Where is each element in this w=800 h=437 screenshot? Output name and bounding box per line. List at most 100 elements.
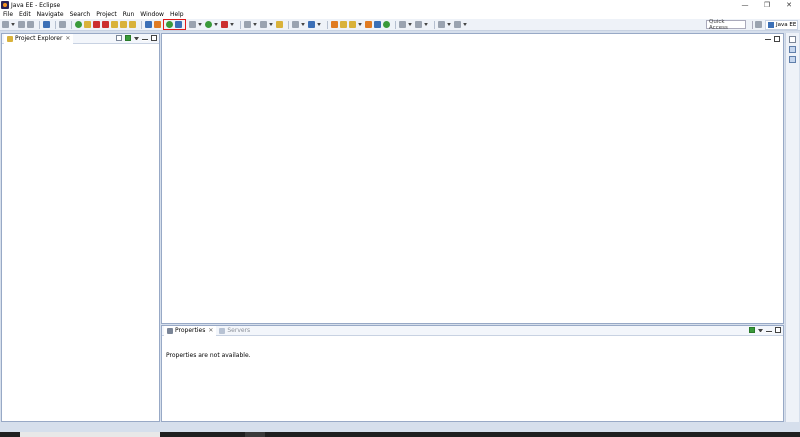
close-window-button[interactable]: ✕ — [778, 0, 800, 10]
new-java-project-icon[interactable] — [244, 21, 251, 28]
menu-edit[interactable]: Edit — [19, 11, 31, 18]
start-server-icon[interactable] — [166, 21, 173, 28]
minimize-view-icon[interactable] — [766, 330, 772, 333]
view-menu-icon[interactable] — [134, 36, 139, 40]
console-icon[interactable] — [43, 21, 50, 28]
folder-icon[interactable] — [340, 21, 347, 28]
debug-icon[interactable] — [189, 21, 196, 28]
terminate-icon[interactable] — [93, 21, 100, 28]
view-menu-icon[interactable] — [758, 328, 763, 332]
pin-icon[interactable] — [383, 21, 390, 28]
close-tab-icon[interactable]: ✕ — [65, 35, 70, 42]
perspective-java-ee-button[interactable]: Java EE — [765, 20, 798, 30]
editor-area-actions — [762, 36, 780, 42]
disconnect-icon[interactable] — [102, 21, 109, 28]
maximize-editor-icon[interactable] — [774, 36, 780, 42]
run-icon[interactable] — [205, 21, 212, 28]
external-tools-dropdown-icon[interactable] — [230, 23, 234, 26]
properties-panel: Properties ✕ Servers Properties are not … — [161, 325, 784, 422]
external-tools-icon[interactable] — [221, 21, 228, 28]
editor-area[interactable] — [161, 33, 784, 324]
save-icon[interactable] — [18, 21, 25, 28]
new-icon[interactable] — [2, 21, 9, 28]
package-dropdown-icon[interactable] — [358, 23, 362, 26]
drop-to-frame-icon[interactable] — [145, 21, 152, 28]
toolbar-separator — [141, 20, 142, 29]
use-step-filters-icon[interactable] — [154, 21, 161, 28]
ant-icon[interactable] — [365, 21, 372, 28]
open-perspective-icon[interactable] — [175, 21, 182, 28]
toolbar-separator — [55, 20, 56, 29]
new-class-dropdown-icon[interactable] — [269, 23, 273, 26]
link-with-editor-icon[interactable] — [125, 35, 131, 41]
forward-dropdown-icon[interactable] — [463, 23, 467, 26]
perspective-label: Java EE — [776, 22, 797, 28]
outline-icon[interactable] — [789, 46, 796, 53]
restore-button[interactable]: ❐ — [756, 0, 778, 10]
collapse-all-icon[interactable] — [116, 35, 122, 41]
minimize-view-icon[interactable] — [142, 38, 148, 41]
java-ee-icon — [768, 22, 774, 28]
menu-project[interactable]: Project — [96, 11, 117, 18]
run-dropdown-icon[interactable] — [214, 23, 218, 26]
open-perspective-button-icon[interactable] — [755, 21, 762, 28]
restore-view-icon[interactable] — [789, 36, 796, 43]
window-title: Java EE - Eclipse — [11, 1, 61, 9]
step-into-icon[interactable] — [111, 21, 118, 28]
next-annotation-dropdown-icon[interactable] — [408, 23, 412, 26]
toolbar-separator — [434, 20, 435, 29]
tab-properties[interactable]: Properties ✕ — [164, 325, 217, 336]
eclipse-logo-icon — [1, 1, 9, 9]
toolbar-separator — [71, 20, 72, 29]
globe-dropdown-icon[interactable] — [317, 23, 321, 26]
next-annotation-icon[interactable] — [399, 21, 406, 28]
minimize-button[interactable]: — — [734, 0, 756, 10]
taskbar-search-box[interactable] — [20, 432, 160, 437]
project-explorer-icon — [7, 35, 13, 42]
quick-access-input[interactable]: Quick Access — [706, 19, 746, 31]
tab-servers[interactable]: Servers — [216, 326, 253, 336]
window-controls: — ❐ ✕ — [734, 0, 800, 10]
suspend-icon[interactable] — [84, 21, 91, 28]
forward-icon[interactable] — [454, 21, 461, 28]
close-tab-icon[interactable]: ✕ — [208, 327, 213, 334]
search-icon[interactable] — [292, 21, 299, 28]
search-dropdown-icon[interactable] — [301, 23, 305, 26]
menu-run[interactable]: Run — [123, 11, 135, 18]
maximize-view-icon[interactable] — [151, 35, 157, 41]
new-class-icon[interactable] — [260, 21, 267, 28]
menu-navigate[interactable]: Navigate — [37, 11, 64, 18]
open-type-icon[interactable] — [276, 21, 283, 28]
skip-breakpoints-icon[interactable] — [59, 21, 66, 28]
open-task-icon[interactable] — [331, 21, 338, 28]
tab-project-explorer[interactable]: Project Explorer ✕ — [4, 33, 74, 44]
menu-file[interactable]: File — [3, 11, 13, 18]
previous-annotation-dropdown-icon[interactable] — [424, 23, 428, 26]
package-icon[interactable] — [349, 21, 356, 28]
maximize-view-icon[interactable] — [775, 327, 781, 333]
menu-help[interactable]: Help — [170, 11, 184, 18]
save-all-icon[interactable] — [27, 21, 34, 28]
menu-search[interactable]: Search — [70, 11, 91, 18]
step-return-icon[interactable] — [129, 21, 136, 28]
toolbar-separator — [395, 20, 396, 29]
toolbar-separator — [327, 20, 328, 29]
step-over-icon[interactable] — [120, 21, 127, 28]
debug-dropdown-icon[interactable] — [198, 23, 202, 26]
menu-window[interactable]: Window — [140, 11, 164, 18]
taskbar-app-button[interactable] — [245, 432, 265, 437]
minimize-editor-icon[interactable] — [765, 39, 771, 41]
resume-icon[interactable] — [75, 21, 82, 28]
toolbar-separator — [752, 21, 753, 29]
properties-header: Properties ✕ Servers — [162, 325, 783, 336]
properties-actions — [746, 327, 781, 333]
new-dropdown-icon[interactable] — [11, 23, 15, 26]
globe-icon[interactable] — [308, 21, 315, 28]
task-list-icon[interactable] — [789, 56, 796, 63]
new-java-dropdown-icon[interactable] — [253, 23, 257, 26]
back-dropdown-icon[interactable] — [447, 23, 451, 26]
browser-icon[interactable] — [374, 21, 381, 28]
previous-annotation-icon[interactable] — [415, 21, 422, 28]
back-icon[interactable] — [438, 21, 445, 28]
pin-view-icon[interactable] — [749, 327, 755, 333]
